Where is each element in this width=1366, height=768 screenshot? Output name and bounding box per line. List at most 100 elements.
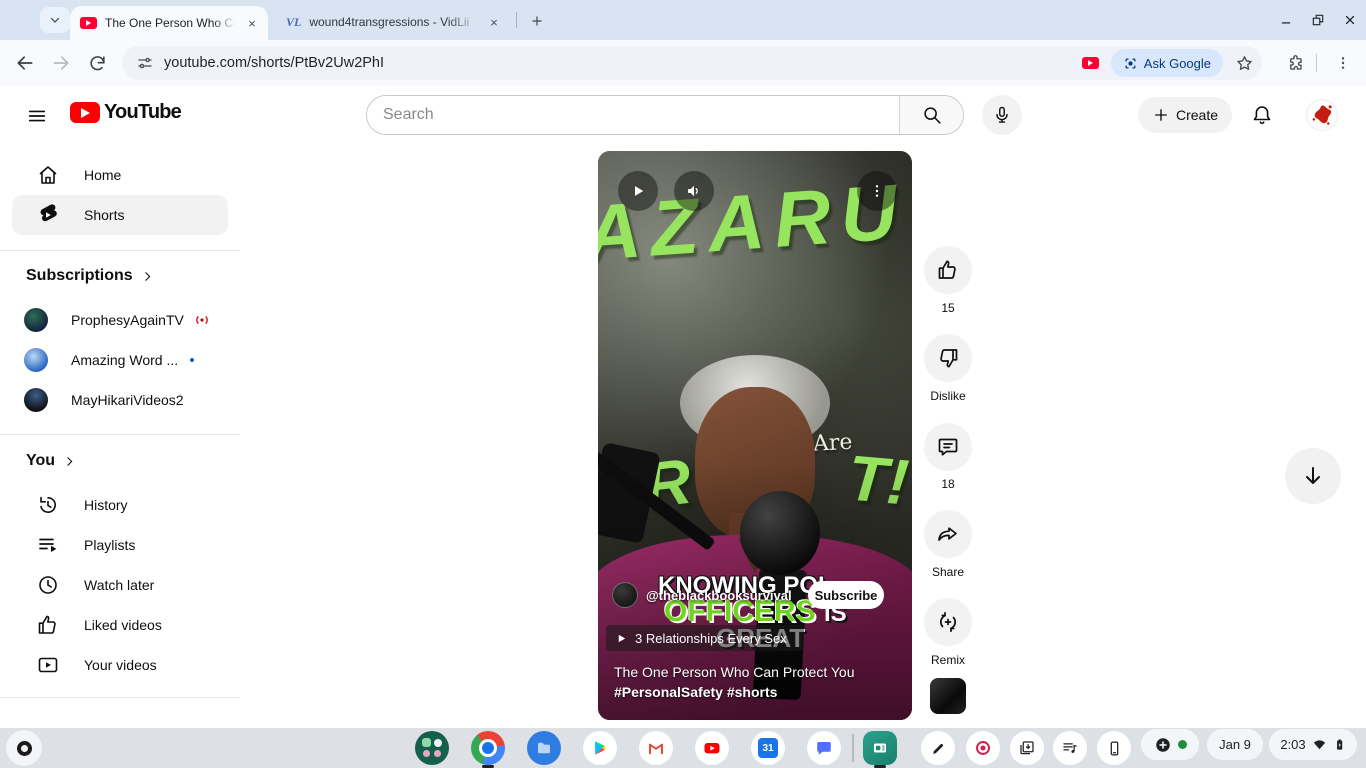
shelf-app-chat[interactable]: [807, 731, 841, 765]
sidebar-divider: [0, 697, 240, 698]
subscription-mayhikarivideos2[interactable]: MayHikariVideos2: [0, 380, 240, 420]
create-button[interactable]: Create: [1138, 97, 1232, 133]
close-icon: [1343, 13, 1357, 27]
browser-menu-button[interactable]: [1330, 50, 1356, 76]
shelf-app-news[interactable]: [863, 731, 897, 765]
new-tab-button[interactable]: [524, 8, 550, 34]
channel-avatar[interactable]: [612, 582, 638, 608]
shelf-app-annotate[interactable]: [921, 731, 955, 765]
playlists-icon: [36, 533, 60, 557]
youtube-logo-text: YouTube: [104, 101, 181, 124]
comments-button[interactable]: [924, 423, 972, 471]
restore-icon: [1311, 13, 1325, 27]
notifications-button[interactable]: [1248, 101, 1276, 129]
sidebar-item-watch-later[interactable]: Watch later: [0, 565, 240, 605]
shelf-app-playstore[interactable]: [583, 731, 617, 765]
shelf-app-screen-capture[interactable]: [1010, 731, 1044, 765]
music-queue-icon: [1061, 739, 1079, 757]
shelf-app-youtube[interactable]: [695, 731, 729, 765]
share-button[interactable]: [924, 510, 972, 558]
calendar-icon: 31: [758, 738, 778, 758]
new-content-dot: [190, 358, 194, 362]
channel-handle[interactable]: @theblackbooksurvival: [646, 588, 792, 603]
launcher-button[interactable]: [6, 730, 42, 766]
shelf-app-files[interactable]: [527, 731, 561, 765]
shelf-app-gmail[interactable]: [639, 731, 673, 765]
create-label: Create: [1176, 107, 1218, 123]
window-minimize-button[interactable]: [1274, 9, 1298, 31]
shelf-app-phone-hub[interactable]: [1097, 731, 1131, 765]
refresh-icon: [88, 54, 107, 73]
tab-close-icon[interactable]: ×: [486, 14, 502, 30]
sidebar-item-shorts[interactable]: Shorts: [12, 195, 228, 235]
like-button[interactable]: [924, 246, 972, 294]
ask-google-button[interactable]: Ask Google: [1111, 49, 1223, 77]
you-header[interactable]: You: [26, 452, 76, 470]
arrow-left-icon: [15, 53, 35, 73]
channel-label: ProphesyAgainTV: [71, 312, 184, 328]
tab-close-icon[interactable]: ×: [244, 15, 260, 31]
files-icon: [535, 739, 553, 757]
mute-button[interactable]: [674, 171, 714, 211]
vidlii-favicon: VL: [286, 15, 301, 30]
battery-icon: [1333, 737, 1346, 752]
video-more-button[interactable]: [857, 171, 897, 211]
tab-search-button[interactable]: [40, 7, 70, 33]
subscribe-button[interactable]: Subscribe: [808, 581, 884, 609]
shelf-app-calendar[interactable]: 31: [751, 731, 785, 765]
reload-button[interactable]: [82, 48, 112, 78]
shorts-player[interactable]: AZARU ER T! You Are KNOWING POL OFFICERS…: [598, 151, 912, 720]
site-info-icon[interactable]: [136, 54, 154, 72]
forward-button[interactable]: [46, 48, 76, 78]
sidebar-item-history[interactable]: History: [0, 485, 240, 525]
video-channel-avatar[interactable]: [930, 678, 966, 714]
youtube-logo[interactable]: YouTube: [70, 101, 181, 124]
tab-vidlii[interactable]: VL wound4transgressions - VidLii ×: [280, 8, 508, 36]
shelf-app-explore[interactable]: [415, 731, 449, 765]
thumb-down-icon: [936, 346, 960, 370]
active-app-indicator: [874, 765, 886, 768]
sidebar-item-playlists[interactable]: Playlists: [0, 525, 240, 565]
search-button[interactable]: [899, 96, 963, 134]
dislike-button[interactable]: [924, 334, 972, 382]
window-close-button[interactable]: [1338, 9, 1362, 31]
voice-search-button[interactable]: [982, 95, 1022, 135]
sidebar-item-home[interactable]: Home: [0, 155, 240, 195]
subscriptions-header[interactable]: Subscriptions: [26, 267, 154, 285]
thumb-up-icon: [36, 613, 60, 637]
extensions-button[interactable]: [1282, 50, 1308, 76]
sidebar-item-your-videos[interactable]: Your videos: [0, 645, 240, 685]
remix-button[interactable]: [924, 598, 972, 646]
next-short-button[interactable]: [1285, 448, 1341, 504]
play-button[interactable]: [618, 171, 658, 211]
window-restore-button[interactable]: [1306, 9, 1330, 31]
guide-menu-button[interactable]: [22, 101, 52, 131]
subscription-amazing-word[interactable]: Amazing Word ...: [0, 340, 240, 380]
youtube-site-icon[interactable]: [1082, 57, 1099, 69]
video-hashtags[interactable]: #PersonalSafety #shorts: [614, 684, 777, 700]
shelf-notification-pill[interactable]: [1141, 729, 1199, 760]
avatar-splatter-image: [1307, 100, 1337, 130]
account-avatar[interactable]: [1306, 99, 1338, 131]
youtube-play-icon: [70, 102, 100, 123]
video-title[interactable]: The One Person Who Can Protect You: [614, 664, 854, 680]
time-label: 2:03: [1280, 737, 1305, 752]
shelf-app-chrome[interactable]: [471, 731, 505, 765]
back-button[interactable]: [10, 48, 40, 78]
comment-count: 18: [900, 477, 996, 491]
youtube-favicon: [80, 17, 97, 29]
shelf-app-screen-record[interactable]: [966, 731, 1000, 765]
sidebar-item-label: Your videos: [84, 657, 157, 673]
search-input[interactable]: [367, 96, 899, 134]
bookmark-star-icon[interactable]: [1235, 54, 1254, 73]
status-tray[interactable]: 2:03: [1269, 729, 1357, 760]
shelf-date-pill[interactable]: Jan 9: [1207, 729, 1263, 760]
shelf-app-media-queue[interactable]: [1053, 731, 1087, 765]
playlist-row[interactable]: 3 Relationships Every Sex: [606, 625, 804, 651]
address-bar[interactable]: youtube.com/shorts/PtBv2Uw2PhI Ask Googl…: [122, 46, 1262, 80]
tab-youtube[interactable]: The One Person Who Can Prot ×: [70, 6, 268, 40]
explore-icon: [422, 738, 431, 747]
sidebar-item-liked-videos[interactable]: Liked videos: [0, 605, 240, 645]
subscription-prophesyagaintv[interactable]: ProphesyAgainTV: [0, 300, 240, 340]
url-text[interactable]: youtube.com/shorts/PtBv2Uw2PhI: [164, 55, 1082, 71]
